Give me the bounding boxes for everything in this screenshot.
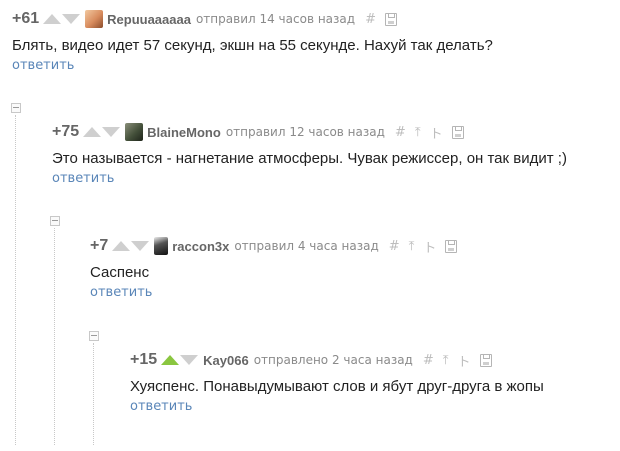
thread-line — [54, 228, 55, 445]
collapse-thread-icon[interactable] — [89, 331, 99, 341]
comment-text: Саспенс — [90, 264, 150, 281]
avatar[interactable] — [85, 10, 104, 28]
vote-up-icon[interactable] — [161, 355, 180, 365]
comment-text: Блять, видео идет 57 секунд, экшн на 55 … — [12, 37, 493, 54]
vote-down-icon[interactable] — [62, 14, 81, 24]
parent-comment-icon[interactable]: ⤒ — [443, 353, 449, 368]
comment-text: Хуяспенс. Понавыдумывают слов и ябут дру… — [130, 378, 544, 395]
comment-2: +75 BlaineMono отправил 12 часов назад #… — [52, 121, 567, 186]
reply-link[interactable]: ответить — [12, 58, 493, 73]
comment-header: +15 Kay066 отправлено 2 часа назад # ⤒ ト — [130, 349, 544, 371]
thread-icon[interactable]: ト — [423, 237, 436, 256]
comment-1: +61 Repuuaaaaaa отправил 14 часов назад … — [12, 8, 493, 73]
permalink-icon[interactable]: # — [423, 353, 434, 368]
comment-4: +15 Kay066 отправлено 2 часа назад # ⤒ ト… — [130, 349, 544, 414]
comment-author[interactable]: Repuuaaaaaa — [107, 12, 191, 27]
permalink-icon[interactable]: # — [395, 125, 406, 140]
collapse-thread-icon[interactable] — [50, 216, 60, 226]
comment-text: Это называется - нагнетание атмосферы. Ч… — [52, 150, 567, 167]
reply-link[interactable]: ответить — [90, 285, 457, 300]
parent-comment-icon[interactable]: ⤒ — [415, 125, 421, 140]
reply-link[interactable]: ответить — [130, 399, 544, 414]
comment-rating: +15 — [130, 351, 158, 368]
save-icon[interactable] — [479, 353, 492, 367]
comment-timestamp: отправил 14 часов назад — [195, 12, 356, 26]
save-icon[interactable] — [451, 125, 464, 139]
comment-author[interactable]: Kay066 — [203, 353, 249, 368]
comment-author[interactable]: BlaineMono — [147, 125, 221, 140]
permalink-icon[interactable]: # — [365, 12, 376, 27]
comment-timestamp: отправлено 2 часа назад — [253, 353, 413, 367]
thread-icon[interactable]: ト — [430, 123, 443, 142]
comment-header: +7 raccon3x отправил 4 часа назад # ⤒ ト — [90, 235, 458, 257]
vote-up-icon[interactable] — [112, 241, 131, 251]
vote-up-icon[interactable] — [43, 14, 62, 24]
vote-up-icon[interactable] — [83, 127, 102, 137]
vote-down-icon[interactable] — [102, 127, 121, 137]
avatar[interactable] — [125, 123, 144, 141]
thread-icon[interactable]: ト — [458, 351, 471, 370]
vote-down-icon[interactable] — [180, 355, 199, 365]
comment-timestamp: отправил 12 часов назад — [225, 125, 385, 139]
comment-rating: +61 — [12, 10, 40, 27]
avatar[interactable] — [154, 237, 169, 255]
vote-down-icon[interactable] — [131, 241, 150, 251]
comment-header: +61 Repuuaaaaaa отправил 14 часов назад … — [12, 8, 493, 30]
comment-author[interactable]: raccon3x — [172, 239, 229, 254]
comment-timestamp: отправил 4 часа назад — [234, 239, 379, 253]
permalink-icon[interactable]: # — [389, 239, 400, 254]
comment-3: +7 raccon3x отправил 4 часа назад # ⤒ ト … — [90, 235, 458, 300]
thread-line — [93, 343, 94, 445]
comment-rating: +75 — [52, 123, 80, 140]
parent-comment-icon[interactable]: ⤒ — [409, 239, 415, 254]
reply-link[interactable]: ответить — [52, 171, 567, 186]
comment-rating: +7 — [90, 237, 109, 254]
save-icon[interactable] — [384, 12, 397, 26]
collapse-thread-icon[interactable] — [11, 103, 21, 113]
thread-line — [15, 115, 16, 445]
comment-header: +75 BlaineMono отправил 12 часов назад #… — [52, 121, 567, 143]
save-icon[interactable] — [445, 239, 458, 253]
